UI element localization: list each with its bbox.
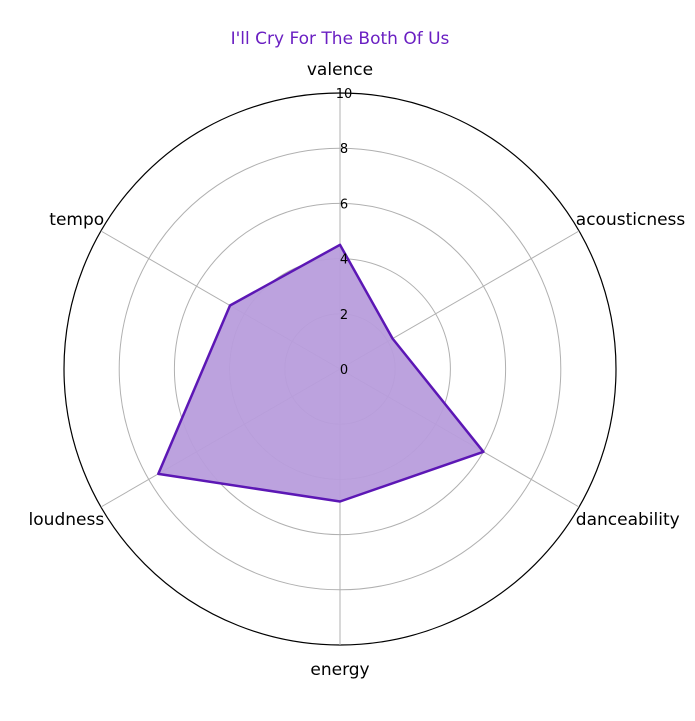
category-label: acousticness bbox=[576, 210, 686, 230]
r-tick-label: 6 bbox=[340, 197, 348, 212]
category-label: energy bbox=[310, 660, 369, 680]
r-tick-label: 4 bbox=[340, 253, 348, 268]
category-label: loudness bbox=[29, 510, 105, 530]
data-point bbox=[339, 500, 341, 503]
r-tick-label: 8 bbox=[340, 142, 348, 157]
r-tick-label: 2 bbox=[340, 308, 348, 323]
data-point bbox=[229, 304, 231, 307]
data-point bbox=[391, 337, 394, 340]
data-point bbox=[482, 451, 485, 453]
category-label: danceability bbox=[576, 510, 680, 530]
category-label: valence bbox=[307, 60, 373, 80]
data-point bbox=[339, 244, 341, 246]
category-label: tempo bbox=[49, 210, 104, 230]
r-tick-label: 0 bbox=[340, 363, 348, 378]
radar-chart: I'll Cry For The Both Of Us 0 2 4 6 8 10 valen… bbox=[29, 29, 686, 680]
data-layer bbox=[157, 243, 485, 503]
chart-title: I'll Cry For The Both Of Us bbox=[231, 29, 450, 49]
r-tick-label: 10 bbox=[336, 87, 353, 102]
series-area bbox=[158, 244, 484, 502]
data-point bbox=[157, 473, 160, 475]
